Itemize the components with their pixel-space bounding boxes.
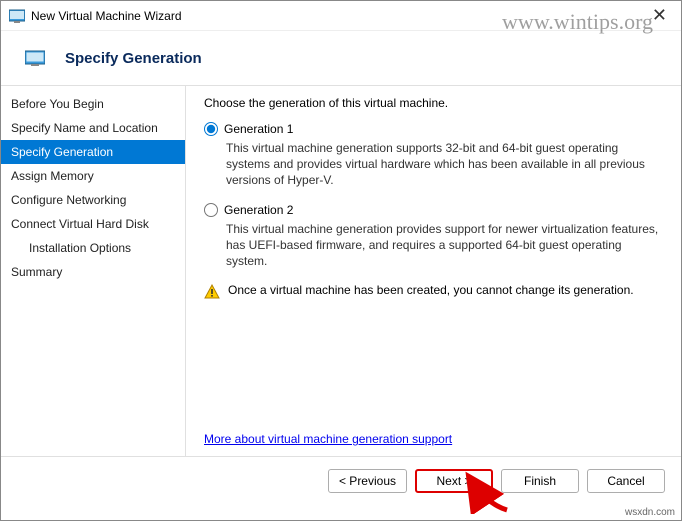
app-icon xyxy=(9,8,25,24)
sidebar-item-assign-memory[interactable]: Assign Memory xyxy=(1,164,185,188)
option-generation-2: Generation 2 This virtual machine genera… xyxy=(204,203,663,270)
cancel-button[interactable]: Cancel xyxy=(587,469,665,493)
page-header: Specify Generation xyxy=(1,31,681,86)
sidebar-item-summary[interactable]: Summary xyxy=(1,260,185,284)
radio-label-gen1: Generation 1 xyxy=(224,122,293,136)
more-link[interactable]: More about virtual machine generation su… xyxy=(204,432,452,446)
sidebar-item-connect-vhd[interactable]: Connect Virtual Hard Disk xyxy=(1,212,185,236)
window-title: New Virtual Machine Wizard xyxy=(31,9,646,23)
previous-button[interactable]: < Previous xyxy=(328,469,407,493)
titlebar: New Virtual Machine Wizard ✕ xyxy=(1,1,681,31)
sidebar-item-configure-networking[interactable]: Configure Networking xyxy=(1,188,185,212)
finish-button[interactable]: Finish xyxy=(501,469,579,493)
desc-generation-1: This virtual machine generation supports… xyxy=(226,140,663,189)
wizard-sidebar: Before You Begin Specify Name and Locati… xyxy=(1,86,186,456)
source-label: wsxdn.com xyxy=(625,507,675,518)
option-generation-1: Generation 1 This virtual machine genera… xyxy=(204,122,663,189)
radio-generation-2[interactable] xyxy=(204,203,218,217)
radio-row-gen2[interactable]: Generation 2 xyxy=(204,203,663,217)
content-prompt: Choose the generation of this virtual ma… xyxy=(204,96,663,110)
sidebar-item-installation-options[interactable]: Installation Options xyxy=(1,236,185,260)
radio-generation-1[interactable] xyxy=(204,122,218,136)
sidebar-item-before-you-begin[interactable]: Before You Begin xyxy=(1,92,185,116)
close-icon[interactable]: ✕ xyxy=(646,5,673,26)
desc-generation-2: This virtual machine generation provides… xyxy=(226,221,663,270)
wizard-window: New Virtual Machine Wizard ✕ www.wintips… xyxy=(0,0,682,521)
warning-row: Once a virtual machine has been created,… xyxy=(204,283,663,300)
page-title: Specify Generation xyxy=(65,50,202,67)
warning-text: Once a virtual machine has been created,… xyxy=(228,283,634,297)
header-icon xyxy=(25,49,45,67)
wizard-content: Choose the generation of this virtual ma… xyxy=(186,86,681,456)
wizard-footer: < Previous Next > Finish Cancel xyxy=(1,456,681,504)
radio-row-gen1[interactable]: Generation 1 xyxy=(204,122,663,136)
sidebar-item-specify-generation[interactable]: Specify Generation xyxy=(1,140,185,164)
warning-icon xyxy=(204,284,220,300)
sidebar-item-specify-name[interactable]: Specify Name and Location xyxy=(1,116,185,140)
next-button[interactable]: Next > xyxy=(415,469,493,493)
wizard-body: Before You Begin Specify Name and Locati… xyxy=(1,86,681,456)
radio-label-gen2: Generation 2 xyxy=(224,203,293,217)
